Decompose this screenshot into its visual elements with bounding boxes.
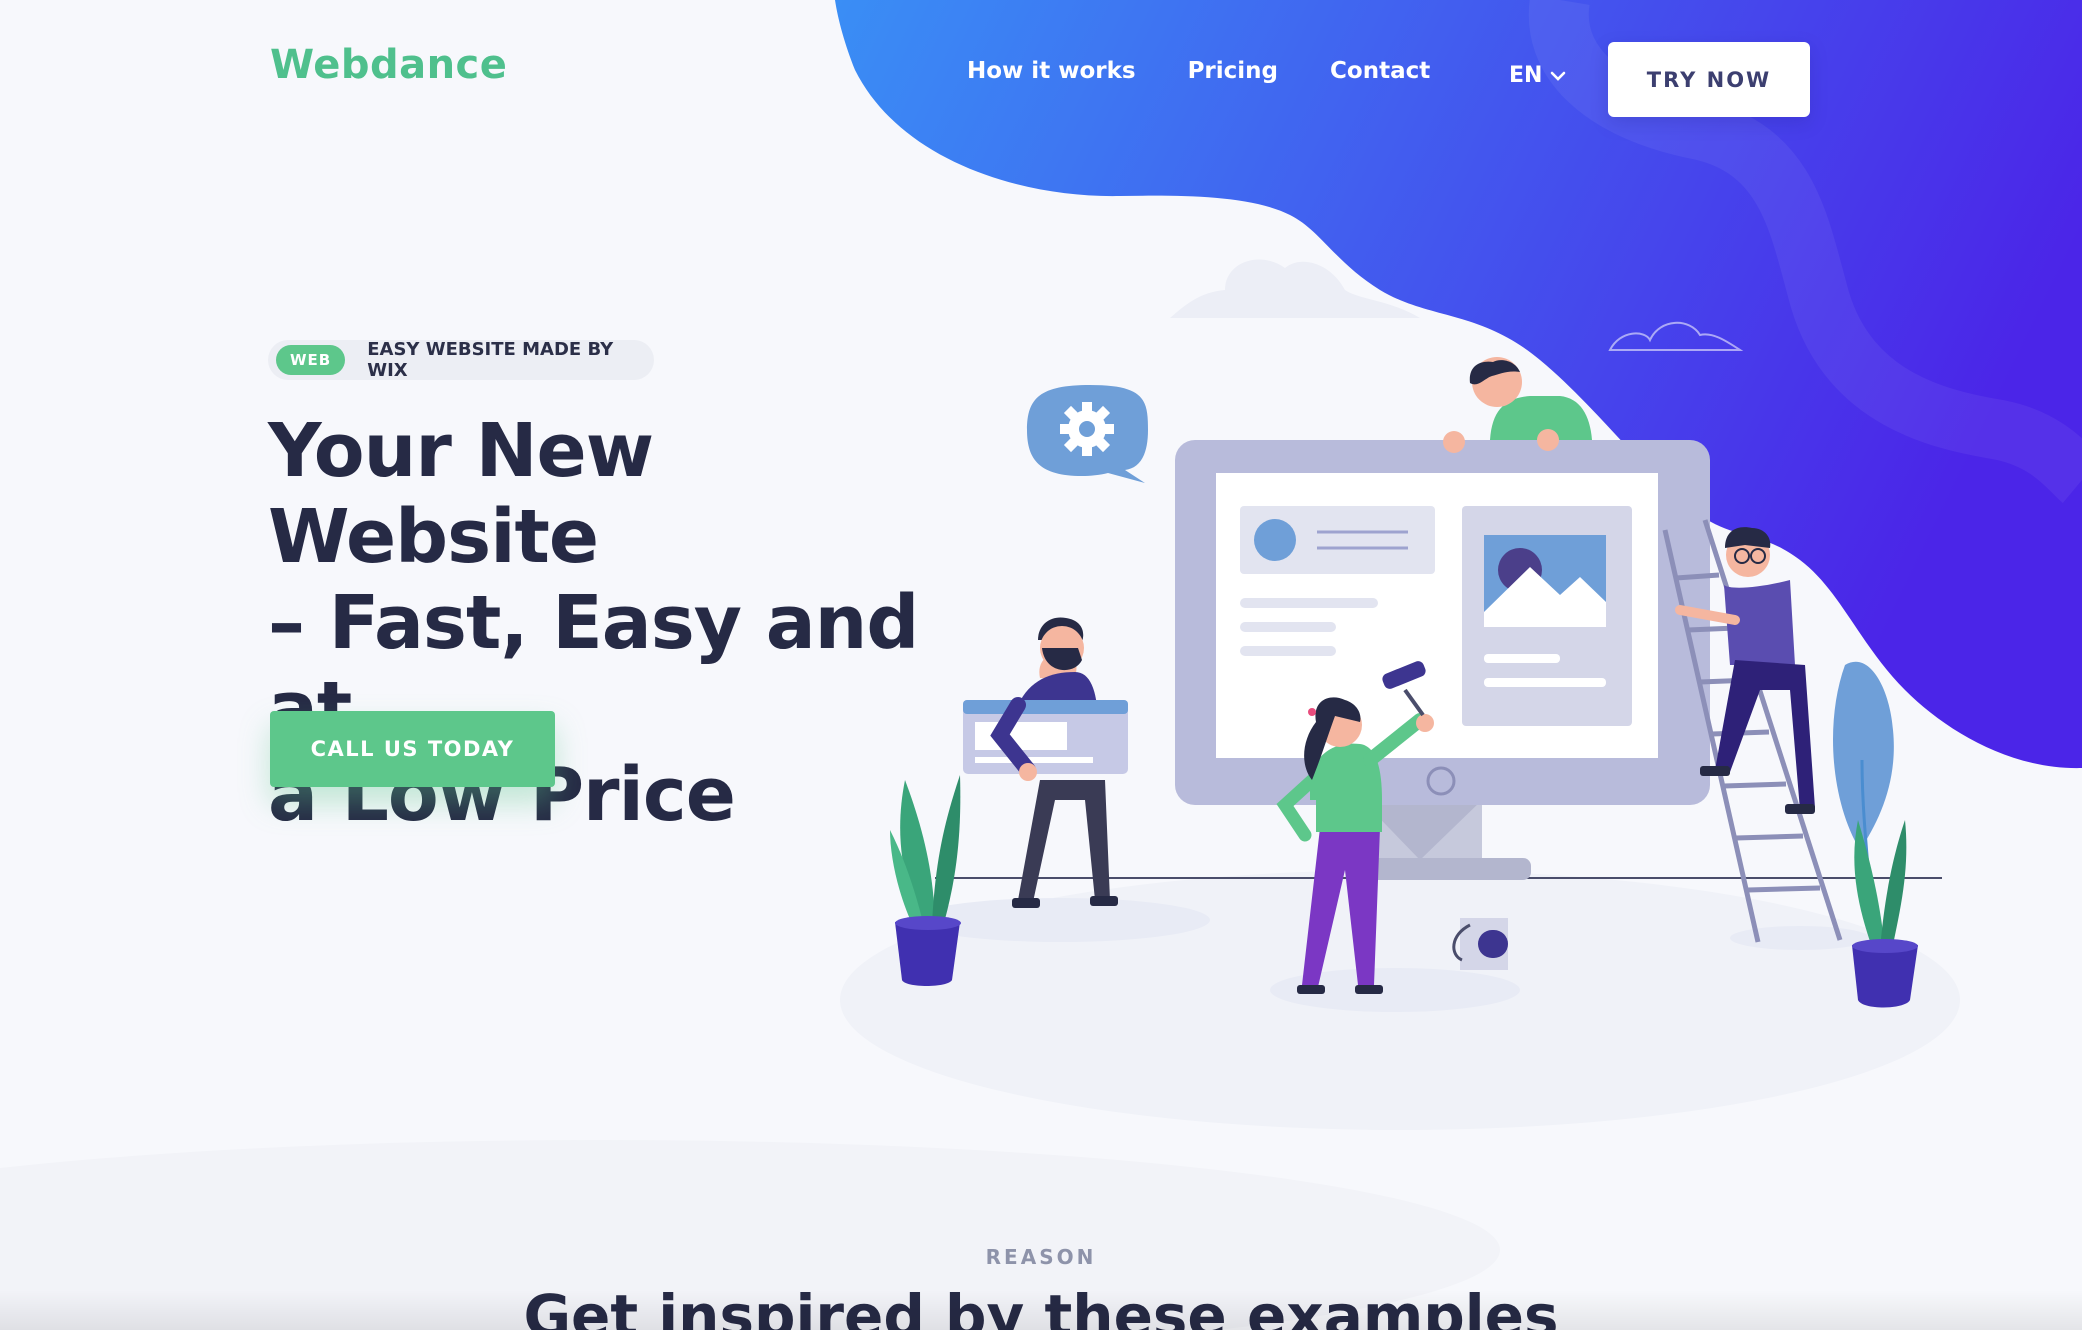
language-selector[interactable]: EN xyxy=(1509,63,1566,88)
section-title: Get inspired by these examples xyxy=(523,1282,1559,1330)
tag-text: EASY WEBSITE MADE BY WIX xyxy=(367,339,614,381)
nav-contact[interactable]: Contact xyxy=(1330,58,1430,84)
tag-pill: WEB xyxy=(276,345,346,375)
chevron-down-icon xyxy=(1551,71,1566,81)
main-nav: How it works Pricing Contact xyxy=(967,58,1430,84)
image-icon xyxy=(1484,535,1606,627)
hero-tag: WEB EASY WEBSITE MADE BY WIX xyxy=(268,339,654,381)
headline-line-1: Your New Website xyxy=(268,408,654,580)
try-now-button[interactable]: TRY NOW xyxy=(1608,42,1810,117)
call-us-button[interactable]: CALL US TODAY xyxy=(270,711,555,787)
landing-page: Webdance How it works Pricing Contact EN… xyxy=(0,0,2082,1330)
brand-logo[interactable]: Webdance xyxy=(270,42,507,88)
nav-how-it-works[interactable]: How it works xyxy=(967,58,1136,84)
nav-pricing[interactable]: Pricing xyxy=(1188,58,1278,84)
section-eyebrow: REASON xyxy=(985,1245,1097,1269)
language-label: EN xyxy=(1509,63,1543,88)
gear-icon xyxy=(1027,385,1148,483)
